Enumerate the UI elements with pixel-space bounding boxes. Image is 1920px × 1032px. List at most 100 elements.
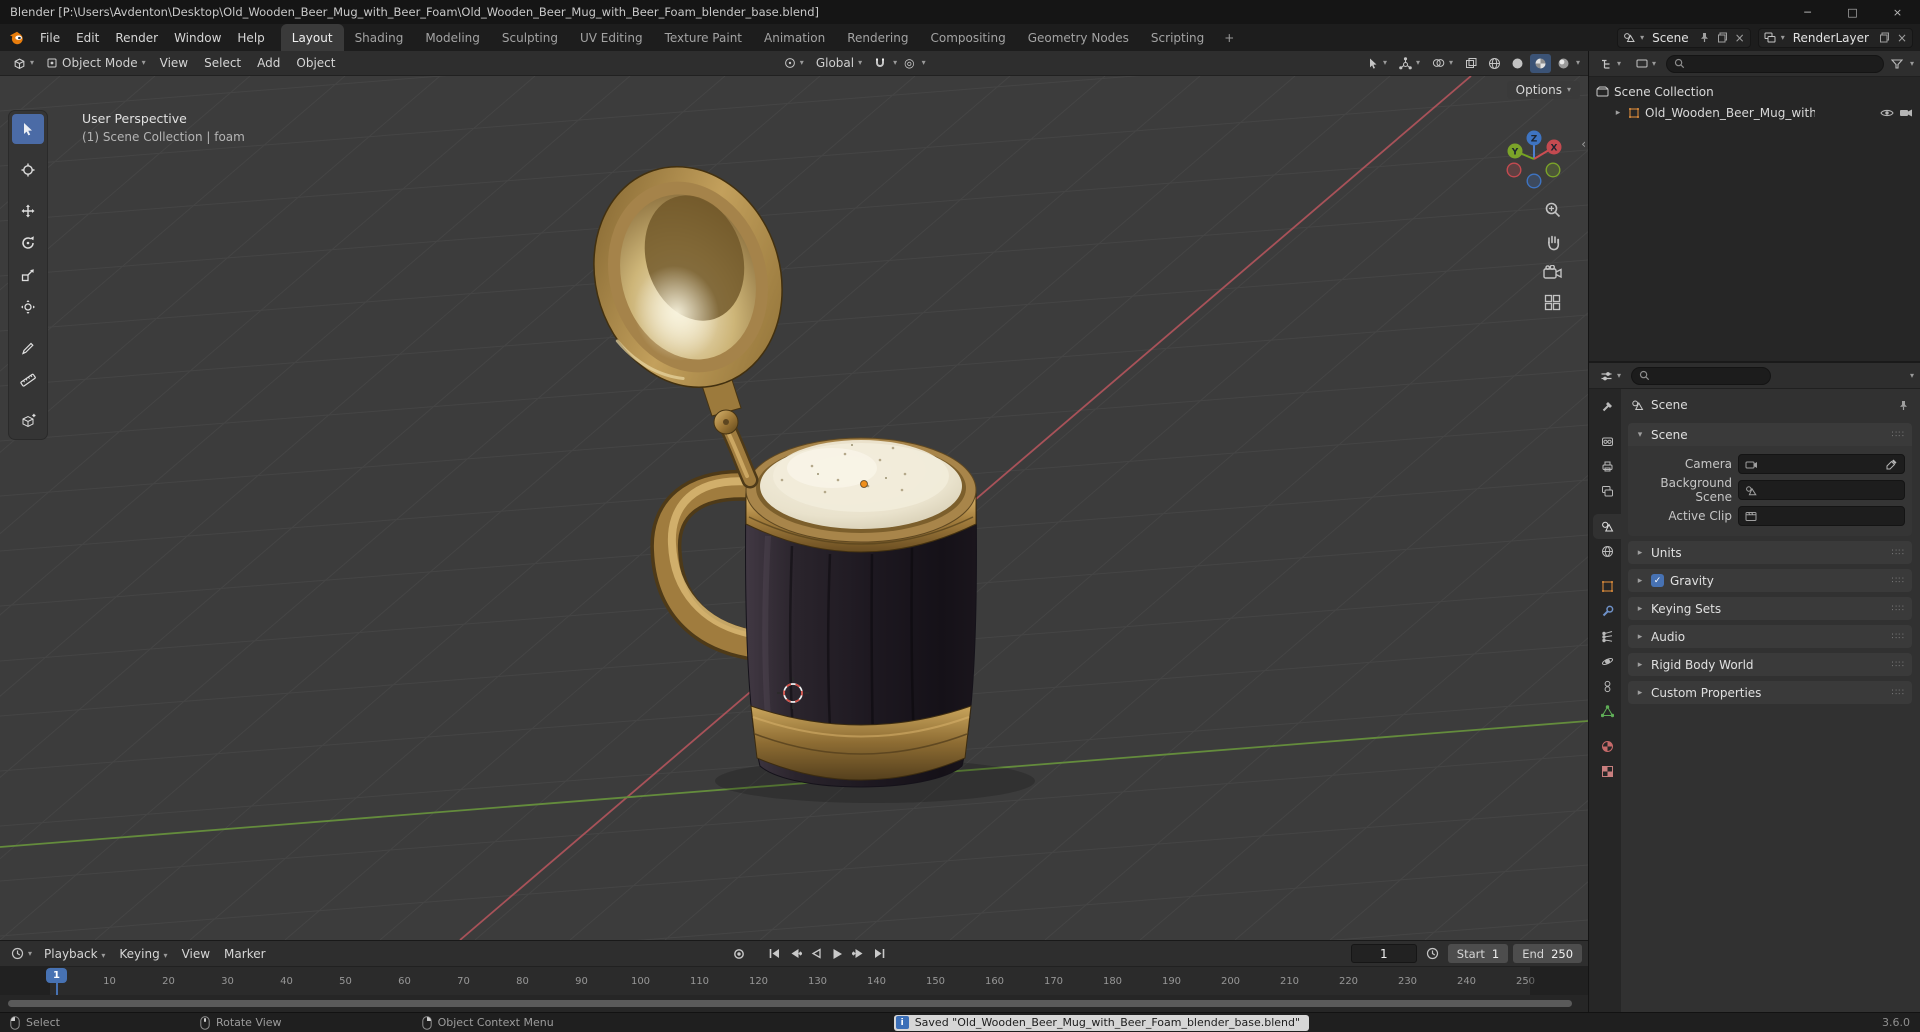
- tab-material[interactable]: [1593, 734, 1621, 759]
- proportional-editing-toggle[interactable]: ◎: [899, 55, 919, 71]
- workspace-tab-rendering[interactable]: Rendering: [836, 24, 919, 51]
- timeline-menu-playback[interactable]: Playback ▾: [37, 947, 112, 961]
- selectability-visibility-dropdown[interactable]: ▾: [1362, 56, 1392, 70]
- snap-toggle[interactable]: [869, 56, 891, 70]
- tool-transform[interactable]: [12, 292, 44, 322]
- menu-edit[interactable]: Edit: [68, 24, 107, 51]
- timeline-editor-type-dropdown[interactable]: ▾: [6, 946, 37, 961]
- timeline-ruler[interactable]: 10 20 30 40 50 60 70 80 90 100 110 120 1…: [0, 967, 1588, 995]
- menu-help[interactable]: Help: [229, 24, 272, 51]
- timeline-menu-view[interactable]: View: [175, 947, 217, 961]
- show-gizmo-dropdown[interactable]: ▾: [1394, 56, 1425, 71]
- outliner-row-mug-object[interactable]: ▸ Old_Wooden_Beer_Mug_with_Beer_Foam: [1591, 102, 1918, 123]
- outliner-filter-caret-icon[interactable]: ▾: [1910, 59, 1914, 68]
- save-notification[interactable]: i Saved "Old_Wooden_Beer_Mug_with_Beer_F…: [893, 1014, 1310, 1031]
- browse-scene-icon[interactable]: [1621, 32, 1637, 43]
- outliner-editor-type-dropdown[interactable]: ▾: [1595, 57, 1626, 71]
- workspace-tab-layout[interactable]: Layout: [280, 24, 344, 51]
- tab-output[interactable]: [1593, 454, 1621, 479]
- blender-logo-icon[interactable]: [8, 29, 25, 46]
- panel-drag-dots-icon[interactable]: ∷∷: [1892, 604, 1905, 614]
- gravity-checkbox[interactable]: ✓: [1651, 574, 1664, 587]
- eyedropper-icon[interactable]: [1886, 458, 1898, 470]
- pan-hand-icon[interactable]: [1544, 233, 1562, 251]
- timeline-scrollbar[interactable]: [8, 1000, 1572, 1007]
- outliner-search[interactable]: [1666, 54, 1884, 73]
- new-scene-icon[interactable]: [1715, 32, 1730, 43]
- play-reverse-button[interactable]: [806, 944, 827, 964]
- pin-scene-icon[interactable]: [1697, 32, 1712, 43]
- workspace-tab-geometry-nodes[interactable]: Geometry Nodes: [1017, 24, 1140, 51]
- camera-view-icon[interactable]: [1543, 265, 1562, 280]
- proportional-caret-icon[interactable]: ▾: [922, 59, 926, 67]
- shading-solid-button[interactable]: [1507, 54, 1528, 73]
- shading-material-preview-button[interactable]: [1530, 53, 1551, 73]
- new-view-layer-icon[interactable]: [1877, 32, 1892, 43]
- tool-cursor[interactable]: [12, 155, 44, 185]
- properties-filter-caret-icon[interactable]: ▾: [1910, 371, 1914, 380]
- workspace-tab-scripting[interactable]: Scripting: [1140, 24, 1215, 51]
- tool-annotate[interactable]: [12, 333, 44, 363]
- viewport-menu-add[interactable]: Add: [250, 56, 287, 70]
- tool-move[interactable]: [12, 196, 44, 226]
- maximize-button[interactable]: □: [1830, 0, 1875, 24]
- scene-browse-caret-icon[interactable]: ▾: [1640, 33, 1644, 42]
- workspace-tab-sculpting[interactable]: Sculpting: [491, 24, 569, 51]
- outliner-search-input[interactable]: [1690, 57, 1876, 70]
- timeline-menu-marker[interactable]: Marker: [217, 947, 272, 961]
- remove-view-layer-icon[interactable]: ×: [1895, 31, 1909, 45]
- workspace-tab-modeling[interactable]: Modeling: [414, 24, 491, 51]
- shading-rendered-button[interactable]: [1553, 54, 1574, 73]
- outliner-row-scene-collection[interactable]: Scene Collection: [1591, 81, 1918, 102]
- previous-keyframe-button[interactable]: [785, 944, 806, 964]
- tool-select-box[interactable]: [12, 114, 44, 144]
- tab-world[interactable]: [1593, 539, 1621, 564]
- menu-file[interactable]: File: [32, 24, 68, 51]
- end-frame-field[interactable]: End 250: [1513, 944, 1583, 963]
- panel-drag-dots-icon[interactable]: ∷∷: [1892, 632, 1905, 642]
- zoom-icon[interactable]: [1544, 201, 1562, 219]
- viewport-menu-view[interactable]: View: [153, 56, 195, 70]
- timeline-menu-keying[interactable]: Keying ▾: [112, 947, 174, 961]
- viewport-3d-scene[interactable]: [0, 76, 1588, 940]
- section-custom-properties[interactable]: ▸ Custom Properties ∷∷: [1628, 681, 1912, 704]
- unlink-scene-icon[interactable]: ×: [1733, 31, 1747, 45]
- disable-in-renders-camera-icon[interactable]: [1899, 107, 1913, 119]
- menu-window[interactable]: Window: [166, 24, 229, 51]
- pin-id-icon[interactable]: [1898, 400, 1909, 411]
- expand-icon[interactable]: ▸: [1613, 108, 1623, 118]
- view-layer-icon[interactable]: [1762, 32, 1778, 43]
- section-gravity[interactable]: ▸ ✓ Gravity ∷∷: [1628, 569, 1912, 592]
- section-rigid-body-world[interactable]: ▸ Rigid Body World ∷∷: [1628, 653, 1912, 676]
- panel-drag-dots-icon[interactable]: ∷∷: [1892, 660, 1905, 670]
- close-button[interactable]: ×: [1875, 0, 1920, 24]
- view-layer-caret-icon[interactable]: ▾: [1781, 33, 1785, 42]
- workspace-tab-compositing[interactable]: Compositing: [919, 24, 1016, 51]
- camera-field[interactable]: [1738, 454, 1905, 474]
- tab-scene[interactable]: [1593, 514, 1621, 539]
- tab-render[interactable]: [1593, 429, 1621, 454]
- start-frame-field[interactable]: Start 1: [1447, 944, 1509, 963]
- gizmo-neg-x-axis[interactable]: [1506, 162, 1522, 178]
- shading-wireframe-button[interactable]: [1484, 54, 1505, 73]
- gizmo-neg-z-axis[interactable]: [1526, 173, 1542, 189]
- panel-drag-dots-icon[interactable]: ∷∷: [1892, 430, 1905, 440]
- tab-object-data[interactable]: [1593, 699, 1621, 724]
- section-units[interactable]: ▸ Units ∷∷: [1628, 541, 1912, 564]
- properties-editor-type-dropdown[interactable]: ▾: [1595, 369, 1626, 383]
- active-clip-field[interactable]: [1738, 506, 1905, 526]
- shading-caret-icon[interactable]: ▾: [1576, 59, 1580, 67]
- tab-tool[interactable]: [1593, 394, 1621, 419]
- workspace-tab-uv-editing[interactable]: UV Editing: [569, 24, 654, 51]
- view-layer-name[interactable]: RenderLayer: [1788, 31, 1874, 45]
- panel-drag-dots-icon[interactable]: ∷∷: [1892, 576, 1905, 586]
- auto-keying-toggle[interactable]: [729, 944, 750, 964]
- tab-object[interactable]: [1593, 574, 1621, 599]
- mode-selector[interactable]: Object Mode ▾: [41, 55, 151, 71]
- workspace-tab-texture-paint[interactable]: Texture Paint: [654, 24, 753, 51]
- gizmo-neg-y-axis[interactable]: [1545, 162, 1561, 178]
- tool-rotate[interactable]: [12, 228, 44, 258]
- keying-popover-icon[interactable]: [1422, 944, 1443, 964]
- transform-pivot-dropdown[interactable]: ▾: [779, 56, 809, 70]
- jump-to-start-button[interactable]: [764, 944, 785, 964]
